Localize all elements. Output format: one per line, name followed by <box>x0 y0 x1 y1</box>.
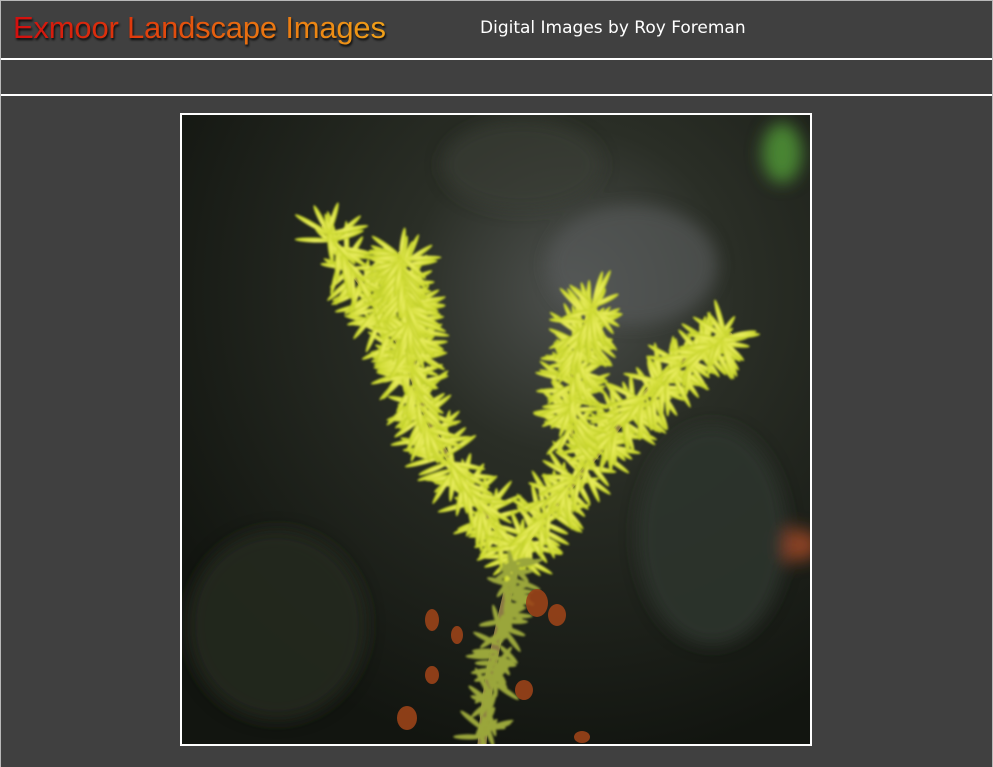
nav-bar <box>1 60 992 94</box>
heather-photo <box>182 115 810 744</box>
header-divider-bottom <box>1 94 992 96</box>
page: Exmoor Landscape Images Digital Images b… <box>0 0 993 767</box>
site-title[interactable]: Exmoor Landscape Images <box>13 9 386 47</box>
site-header: Exmoor Landscape Images Digital Images b… <box>1 0 992 58</box>
main-photo[interactable] <box>180 113 812 746</box>
site-subtitle: Digital Images by Roy Foreman <box>480 18 746 38</box>
